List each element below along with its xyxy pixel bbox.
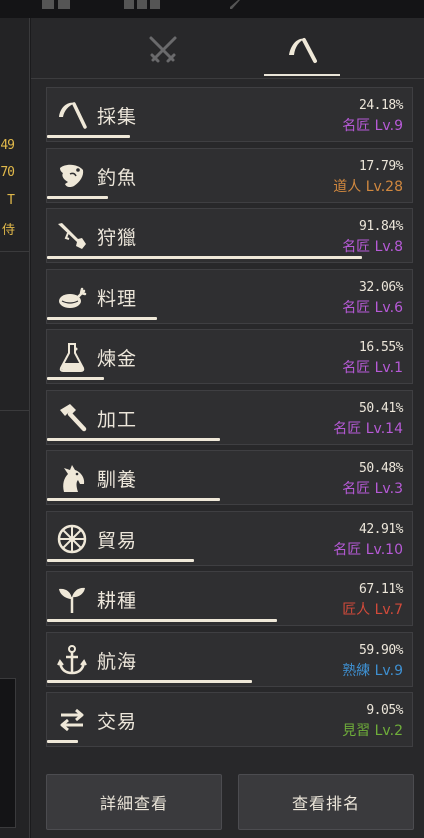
- flask-icon: [56, 341, 88, 373]
- skill-level: 見習 Lv.2: [342, 723, 403, 739]
- menu-grid-icon[interactable]: [42, 0, 72, 10]
- skill-progress-bar: [47, 558, 194, 562]
- skill-level: 名匠 Lv.6: [342, 299, 403, 316]
- rifle-icon: [56, 220, 88, 252]
- sickle-icon: [56, 99, 88, 131]
- details-button[interactable]: 詳細查看: [46, 774, 222, 830]
- skill-percent: 50.48%: [359, 461, 403, 476]
- ranking-button[interactable]: 查看排名: [238, 774, 414, 830]
- skill-level: 名匠 Lv.10: [333, 541, 403, 558]
- skill-row[interactable]: 耕種 67.11% 匠人 Lv.7: [46, 571, 413, 626]
- sprout-icon: [56, 583, 88, 615]
- left-stat-3: T: [7, 193, 15, 208]
- skill-row[interactable]: 煉金 16.55% 名匠 Lv.1: [46, 329, 413, 384]
- menu-sword-icon[interactable]: [226, 0, 246, 10]
- skill-row[interactable]: 料理 32.06% 名匠 Lv.6: [46, 268, 413, 324]
- skill-name: 馴養: [97, 469, 138, 491]
- left-stat-1: 49: [0, 138, 15, 153]
- fish-icon: [56, 160, 88, 192]
- skill-name: 貿易: [97, 529, 138, 552]
- skill-name: 釣魚: [97, 166, 138, 189]
- roast-chicken-icon: [56, 281, 88, 313]
- wheel-icon: [56, 523, 88, 555]
- skill-progress-bar: [47, 135, 130, 138]
- skill-row[interactable]: 交易 9.05% 見習 Lv.2: [46, 692, 413, 747]
- skill-level: 名匠 Lv.3: [342, 481, 403, 497]
- skill-row[interactable]: 貿易 42.91% 名匠 Lv.10: [46, 510, 413, 566]
- skill-name: 航海: [97, 650, 138, 673]
- skill-progress-bar: [47, 619, 277, 622]
- skill-name: 煉金: [97, 348, 138, 370]
- skill-row[interactable]: 採集 24.18% 名匠 Lv.9: [46, 87, 413, 142]
- menu-list-icon[interactable]: [124, 0, 164, 10]
- skill-progress-bar: [47, 740, 78, 743]
- horse-head-icon: [56, 462, 88, 494]
- top-menu-strip: [0, 0, 424, 18]
- left-stat-2: 70: [0, 165, 15, 180]
- left-bottom-box: [0, 678, 16, 828]
- skill-progress-bar: [47, 679, 252, 683]
- anchor-icon: [56, 644, 88, 676]
- left-stat-4: 侍: [1, 223, 15, 238]
- skill-percent: 24.18%: [359, 98, 403, 113]
- skill-name: 狩獵: [97, 227, 138, 249]
- tab-combat[interactable]: [133, 30, 193, 70]
- skill-row[interactable]: 馴養 50.48% 名匠 Lv.3: [46, 450, 413, 505]
- skill-progress-bar: [47, 377, 104, 380]
- skill-progress-bar: [47, 195, 108, 199]
- tab-divider: [31, 78, 424, 79]
- skill-percent: 32.06%: [359, 279, 403, 295]
- skill-level: 熟練 Lv.9: [342, 662, 403, 679]
- skill-percent: 59.90%: [359, 642, 403, 658]
- skill-percent: 91.84%: [359, 219, 403, 234]
- skill-name: 耕種: [97, 590, 138, 612]
- skill-level: 名匠 Lv.9: [342, 118, 403, 134]
- exchange-arrows-icon: [56, 704, 88, 736]
- left-side-panel: 49 70 T 侍: [0, 18, 30, 838]
- skill-percent: 67.11%: [359, 582, 403, 597]
- skill-name: 交易: [97, 711, 138, 733]
- skill-progress-bar: [47, 498, 220, 501]
- skill-row[interactable]: 航海 59.90% 熟練 Lv.9: [46, 631, 413, 687]
- skill-percent: 50.41%: [359, 400, 403, 416]
- skill-row[interactable]: 狩獵 91.84% 名匠 Lv.8: [46, 208, 413, 263]
- hammer-icon: [56, 402, 88, 434]
- skill-percent: 9.05%: [366, 703, 403, 718]
- crossed-swords-icon: [149, 36, 177, 63]
- skill-row[interactable]: 加工 50.41% 名匠 Lv.14: [46, 389, 413, 445]
- sickle-icon: [289, 38, 317, 63]
- skill-level: 匠人 Lv.7: [342, 602, 403, 618]
- skill-row[interactable]: 釣魚 17.79% 道人 Lv.28: [46, 147, 413, 203]
- skill-percent: 16.55%: [359, 340, 403, 355]
- skill-progress-bar: [47, 437, 220, 441]
- skill-level: 名匠 Lv.1: [342, 360, 403, 376]
- skill-percent: 42.91%: [359, 521, 403, 537]
- skill-name: 料理: [97, 287, 138, 310]
- left-divider: [0, 410, 30, 411]
- skill-name: 加工: [97, 408, 138, 431]
- skill-name: 採集: [97, 106, 138, 128]
- left-divider: [0, 251, 30, 252]
- life-skills-panel: 採集 24.18% 名匠 Lv.9 釣魚 17.79% 道人 Lv.28 狩獵 91.84% 名…: [31, 18, 424, 838]
- skill-progress-bar: [47, 256, 362, 259]
- skill-percent: 17.79%: [359, 158, 403, 174]
- skill-progress-bar: [47, 316, 157, 320]
- tab-life[interactable]: [264, 30, 340, 76]
- skill-level: 名匠 Lv.14: [333, 420, 403, 437]
- skill-level: 名匠 Lv.8: [342, 239, 403, 255]
- skill-level: 道人 Lv.28: [333, 178, 403, 195]
- skill-tabs: [31, 18, 424, 78]
